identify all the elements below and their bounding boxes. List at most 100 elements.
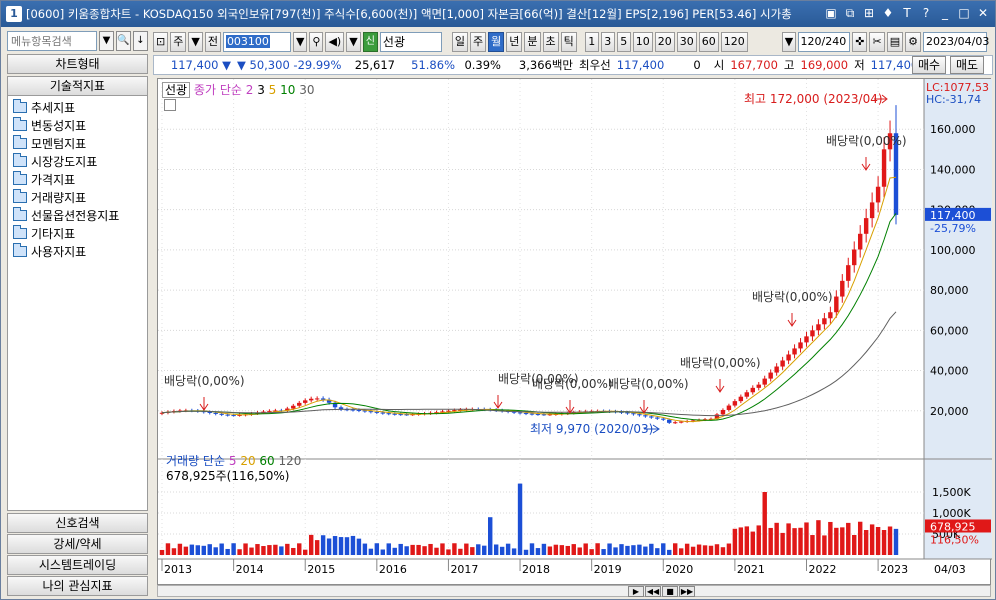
- volume-bar: [696, 544, 702, 555]
- system-trading-button[interactable]: 시스템트레이딩: [7, 555, 148, 575]
- volume-bar: [177, 543, 183, 555]
- dividend-annotation: 배당락(0,00%): [680, 356, 761, 370]
- stock-code-input[interactable]: 003100: [222, 32, 291, 52]
- trade-amount: 3,366백만: [518, 58, 573, 72]
- dividend-annotation: 배당락(0,00%): [532, 377, 613, 391]
- volume-bar: [237, 549, 242, 555]
- dividend-arrow: [861, 157, 871, 171]
- price-chart[interactable]: 20,00040,00060,00080,000100,000120,00014…: [157, 78, 992, 586]
- count-button[interactable]: 10: [632, 32, 653, 52]
- window-copy-icon[interactable]: ⧉: [842, 5, 858, 21]
- volume-bar: [165, 543, 171, 555]
- chevron-down-icon[interactable]: ▼: [346, 32, 361, 52]
- signal-search-button[interactable]: 신호검색: [7, 513, 148, 533]
- tree-item[interactable]: 가격지표: [8, 170, 147, 188]
- period-tab-second[interactable]: 초: [542, 32, 559, 52]
- mode-select[interactable]: 주: [170, 32, 187, 52]
- close-icon[interactable]: ✕: [975, 5, 991, 21]
- stock-name-field[interactable]: 선광: [379, 32, 442, 52]
- tree-item[interactable]: 거래량지표: [8, 188, 147, 206]
- tree-item[interactable]: 모멘텀지표: [8, 134, 147, 152]
- stock-legend-box[interactable]: 선광: [162, 82, 191, 98]
- tree-item[interactable]: 사용자지표: [8, 242, 147, 260]
- trade-volume: 25,617: [354, 58, 395, 72]
- speaker-icon[interactable]: ◀): [325, 32, 345, 52]
- volume-bar: [762, 492, 767, 555]
- date-input[interactable]: 2023/04/03: [922, 32, 989, 52]
- period-tab-minute[interactable]: 분: [524, 32, 541, 52]
- display-count-input[interactable]: 120/240: [798, 32, 851, 52]
- gear-icon[interactable]: ⚙: [905, 32, 921, 52]
- tree-item[interactable]: 변동성지표: [8, 116, 147, 134]
- link-icon[interactable]: ⊞: [861, 5, 877, 21]
- tree-item[interactable]: 시장강도지표: [8, 152, 147, 170]
- minimize-icon[interactable]: _: [937, 5, 953, 21]
- chart-scrollbar[interactable]: ▶ ◀◀ ■ ▶▶: [157, 585, 991, 597]
- count-button[interactable]: 120: [720, 32, 748, 52]
- search-icon[interactable]: ⚲: [309, 32, 324, 52]
- tools-icon[interactable]: ✂: [869, 32, 885, 52]
- price-change: ▼ 50,300 -29.99%: [237, 58, 342, 72]
- chart-type-button[interactable]: 차트형태: [7, 54, 148, 74]
- menu-search-input[interactable]: [7, 31, 97, 51]
- hc-label: HC:-31,74: [926, 93, 981, 106]
- period-tab-tick[interactable]: 틱: [560, 32, 577, 52]
- dividend-annotation: 배당락(0,00%): [164, 374, 245, 388]
- candle-body: [374, 411, 380, 413]
- quote-bar: 117,400 ▼ ▼ 50,300 -29.99% 25,617 51.86%…: [153, 55, 993, 75]
- count-button[interactable]: 20: [654, 32, 675, 52]
- crosshair-icon[interactable]: ✜: [852, 32, 868, 52]
- fast-forward-icon[interactable]: ▶▶: [679, 586, 695, 597]
- scroll-right-icon[interactable]: ▶: [628, 586, 644, 597]
- restore-window-icon[interactable]: ▣: [823, 5, 839, 21]
- volume-bar: [774, 522, 779, 555]
- count-button[interactable]: 3: [600, 32, 615, 52]
- period-tab-week[interactable]: 주: [470, 32, 487, 52]
- maximize-icon[interactable]: □: [956, 5, 972, 21]
- strength-weakness-button[interactable]: 강세/약세: [7, 534, 148, 554]
- volume-bar: [446, 549, 451, 555]
- candle-body: [213, 412, 218, 414]
- count-button[interactable]: 5: [616, 32, 631, 52]
- tree-item[interactable]: 추세지표: [8, 98, 147, 116]
- buy-button[interactable]: 매수: [912, 56, 946, 74]
- volume-bar: [344, 537, 350, 555]
- chart-canvas[interactable]: 20,00040,00060,00080,000100,000120,00014…: [158, 79, 992, 586]
- prev-button[interactable]: 전: [204, 32, 221, 52]
- volume-bar: [708, 545, 714, 555]
- candle-body: [774, 366, 779, 373]
- credit-badge[interactable]: 신: [362, 32, 378, 52]
- pin-icon[interactable]: ♦: [880, 5, 896, 21]
- count-button[interactable]: 1: [584, 32, 599, 52]
- tree-item[interactable]: 기타지표: [8, 224, 147, 242]
- volume-bar: [875, 526, 881, 555]
- price-tick-label: 40,000: [930, 365, 969, 378]
- rewind-icon[interactable]: ◀◀: [645, 586, 661, 597]
- font-icon[interactable]: T: [899, 5, 915, 21]
- help-icon[interactable]: ?: [918, 5, 934, 21]
- period-tab-day[interactable]: 일: [451, 32, 469, 52]
- x-tick-label: 2019: [594, 563, 622, 576]
- count-button[interactable]: 60: [698, 32, 719, 52]
- save-icon[interactable]: ▤: [886, 32, 904, 52]
- sell-button[interactable]: 매도: [950, 56, 984, 74]
- stop-icon[interactable]: ■: [662, 586, 678, 597]
- search-icon[interactable]: 🔍: [116, 31, 131, 51]
- chevron-down-icon[interactable]: ▼: [292, 32, 308, 52]
- period-tab-year[interactable]: 년: [506, 32, 523, 52]
- window-number-badge[interactable]: 1: [6, 6, 22, 22]
- technical-indicator-button[interactable]: 기술적지표: [7, 76, 148, 96]
- chevron-down-icon[interactable]: ▼: [188, 32, 203, 52]
- download-arrow-icon[interactable]: ↓: [133, 31, 148, 51]
- tree-item[interactable]: 선물옵션전용지표: [8, 206, 147, 224]
- chart-settings-icon[interactable]: ⊡: [153, 32, 169, 52]
- chevron-down-icon[interactable]: ▼: [99, 31, 114, 51]
- count-button[interactable]: 30: [676, 32, 697, 52]
- period-tab-month[interactable]: 월: [488, 32, 505, 52]
- dividend-arrow: [199, 397, 209, 411]
- chevron-down-icon[interactable]: ▼: [781, 32, 797, 52]
- grid-toggle-icon[interactable]: [164, 99, 176, 111]
- volume-bar: [893, 528, 899, 555]
- my-indicator-button[interactable]: 나의 관심지표: [7, 576, 148, 596]
- arrow-down-icon: ▼: [222, 58, 231, 72]
